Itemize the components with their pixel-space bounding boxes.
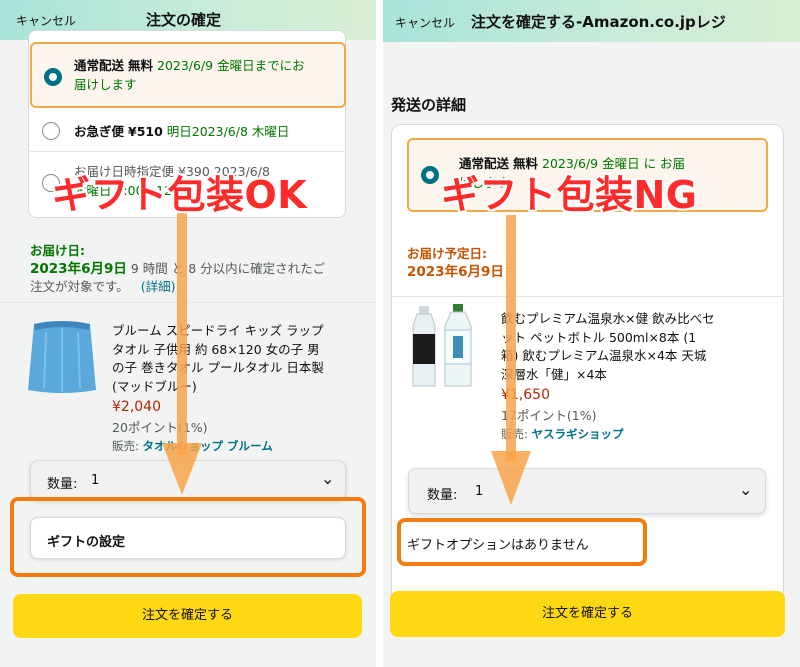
right-page-title: 注文を確定する-Amazon.co.jpレジ (471, 13, 726, 31)
left-express-detail: 明日2023/6/8 木曜日 (166, 124, 290, 139)
left-shipping-option-standard[interactable]: 通常配送 無料 2023/6/9 金曜日までにお 届けします (30, 42, 346, 108)
right-product-title-3[interactable]: 箱) 飲むプレミアム温泉水×4本 天城 (501, 347, 791, 366)
right-radio-standard[interactable] (421, 166, 439, 184)
left-overlay-label: ギフト包装OK (52, 173, 308, 217)
right-checkout-screen: キャンセル 注文を確定する-Amazon.co.jpレジ 発送の詳細 通常配送 … (383, 0, 800, 667)
left-quantity-label: 数量: (47, 477, 78, 492)
right-quantity-value: 1 (475, 484, 484, 499)
left-product-price: ¥2,040 (112, 399, 161, 415)
left-product-title-4[interactable]: (マッドブルー) (112, 378, 362, 397)
left-quantity-value: 1 (91, 473, 100, 488)
right-quantity-select[interactable]: 数量: 1 ⌄ (408, 468, 766, 514)
right-highlight-box (397, 518, 647, 566)
right-product-title-2[interactable]: ット ペットボトル 500ml×8本 (1 (501, 329, 791, 348)
left-highlight-box (10, 497, 366, 577)
right-header: キャンセル 注文を確定する-Amazon.co.jpレジ (383, 0, 800, 42)
left-product-points: 20ポイント(1%) (112, 419, 208, 435)
left-seller-label: 販売: (112, 439, 139, 453)
left-chevron-down-icon: ⌄ (321, 469, 335, 488)
right-separator (391, 296, 784, 297)
left-standard-price: 無料 (128, 58, 154, 73)
left-delivery-note-2: 注文が対象です。 (30, 279, 129, 294)
left-product-title-2[interactable]: タオル 子供用 約 68×120 女の子 男 (112, 341, 362, 360)
product-image-wrap-towel (28, 321, 96, 393)
left-page-title: 注文の確定 (146, 11, 222, 29)
product-image-water-bottles (412, 304, 472, 387)
left-delivery-date: 2023年6月9日 (30, 261, 127, 277)
right-quantity-label: 数量: (427, 488, 458, 503)
right-section-title: 発送の詳細 (391, 96, 467, 114)
left-product-info: ブルーム スピードライ キッズ ラップ タオル 子供用 約 68×120 女の子… (112, 322, 362, 456)
right-product-title-4[interactable]: 深層水「健」×4本 (501, 366, 791, 385)
left-arrow-annotation (162, 205, 202, 495)
left-radio-express[interactable] (42, 122, 60, 140)
right-cancel-link[interactable]: キャンセル (395, 14, 455, 31)
right-product-price: ¥1,650 (501, 387, 550, 403)
right-overlay-label: ギフト包装NG (441, 173, 698, 217)
right-product-title-1[interactable]: 飲むプレミアム温泉水×健 飲み比べセ (501, 310, 791, 329)
panel-divider (376, 0, 383, 667)
left-standard-name: 通常配送 (74, 58, 125, 73)
left-standard-detail-2: 届けします (74, 77, 137, 92)
left-checkout-screen: キャンセル 注文の確定 通常配送 無料 2023/6/9 金曜日までにお 届けし… (0, 0, 376, 667)
left-product-title-1[interactable]: ブルーム スピードライ キッズ ラップ (112, 322, 362, 341)
right-arrow-annotation (491, 215, 531, 505)
right-seller-link[interactable]: ヤスラギショップ (532, 427, 624, 441)
right-product-points: 17ポイント(1%) (501, 407, 597, 423)
right-product-info: 飲むプレミアム温泉水×健 飲み比べセ ット ペットボトル 500ml×8本 (1… (501, 310, 791, 444)
left-express-name: お急ぎ便 (74, 124, 125, 139)
left-radio-standard[interactable] (44, 68, 62, 86)
left-confirm-order-button[interactable]: 注文を確定する (13, 594, 362, 638)
left-standard-detail: 2023/6/9 金曜日までにお (157, 58, 305, 73)
right-confirm-order-button[interactable]: 注文を確定する (390, 591, 785, 637)
left-cancel-link[interactable]: キャンセル (16, 12, 76, 29)
left-shipping-option-express[interactable]: お急ぎ便 ¥510 明日2023/6/8 木曜日 (30, 112, 346, 152)
right-chevron-down-icon: ⌄ (739, 480, 753, 499)
left-product-title-3[interactable]: の子 巻きタオル プールタオル 日本製 (112, 359, 362, 378)
left-express-price: ¥510 (128, 124, 163, 139)
